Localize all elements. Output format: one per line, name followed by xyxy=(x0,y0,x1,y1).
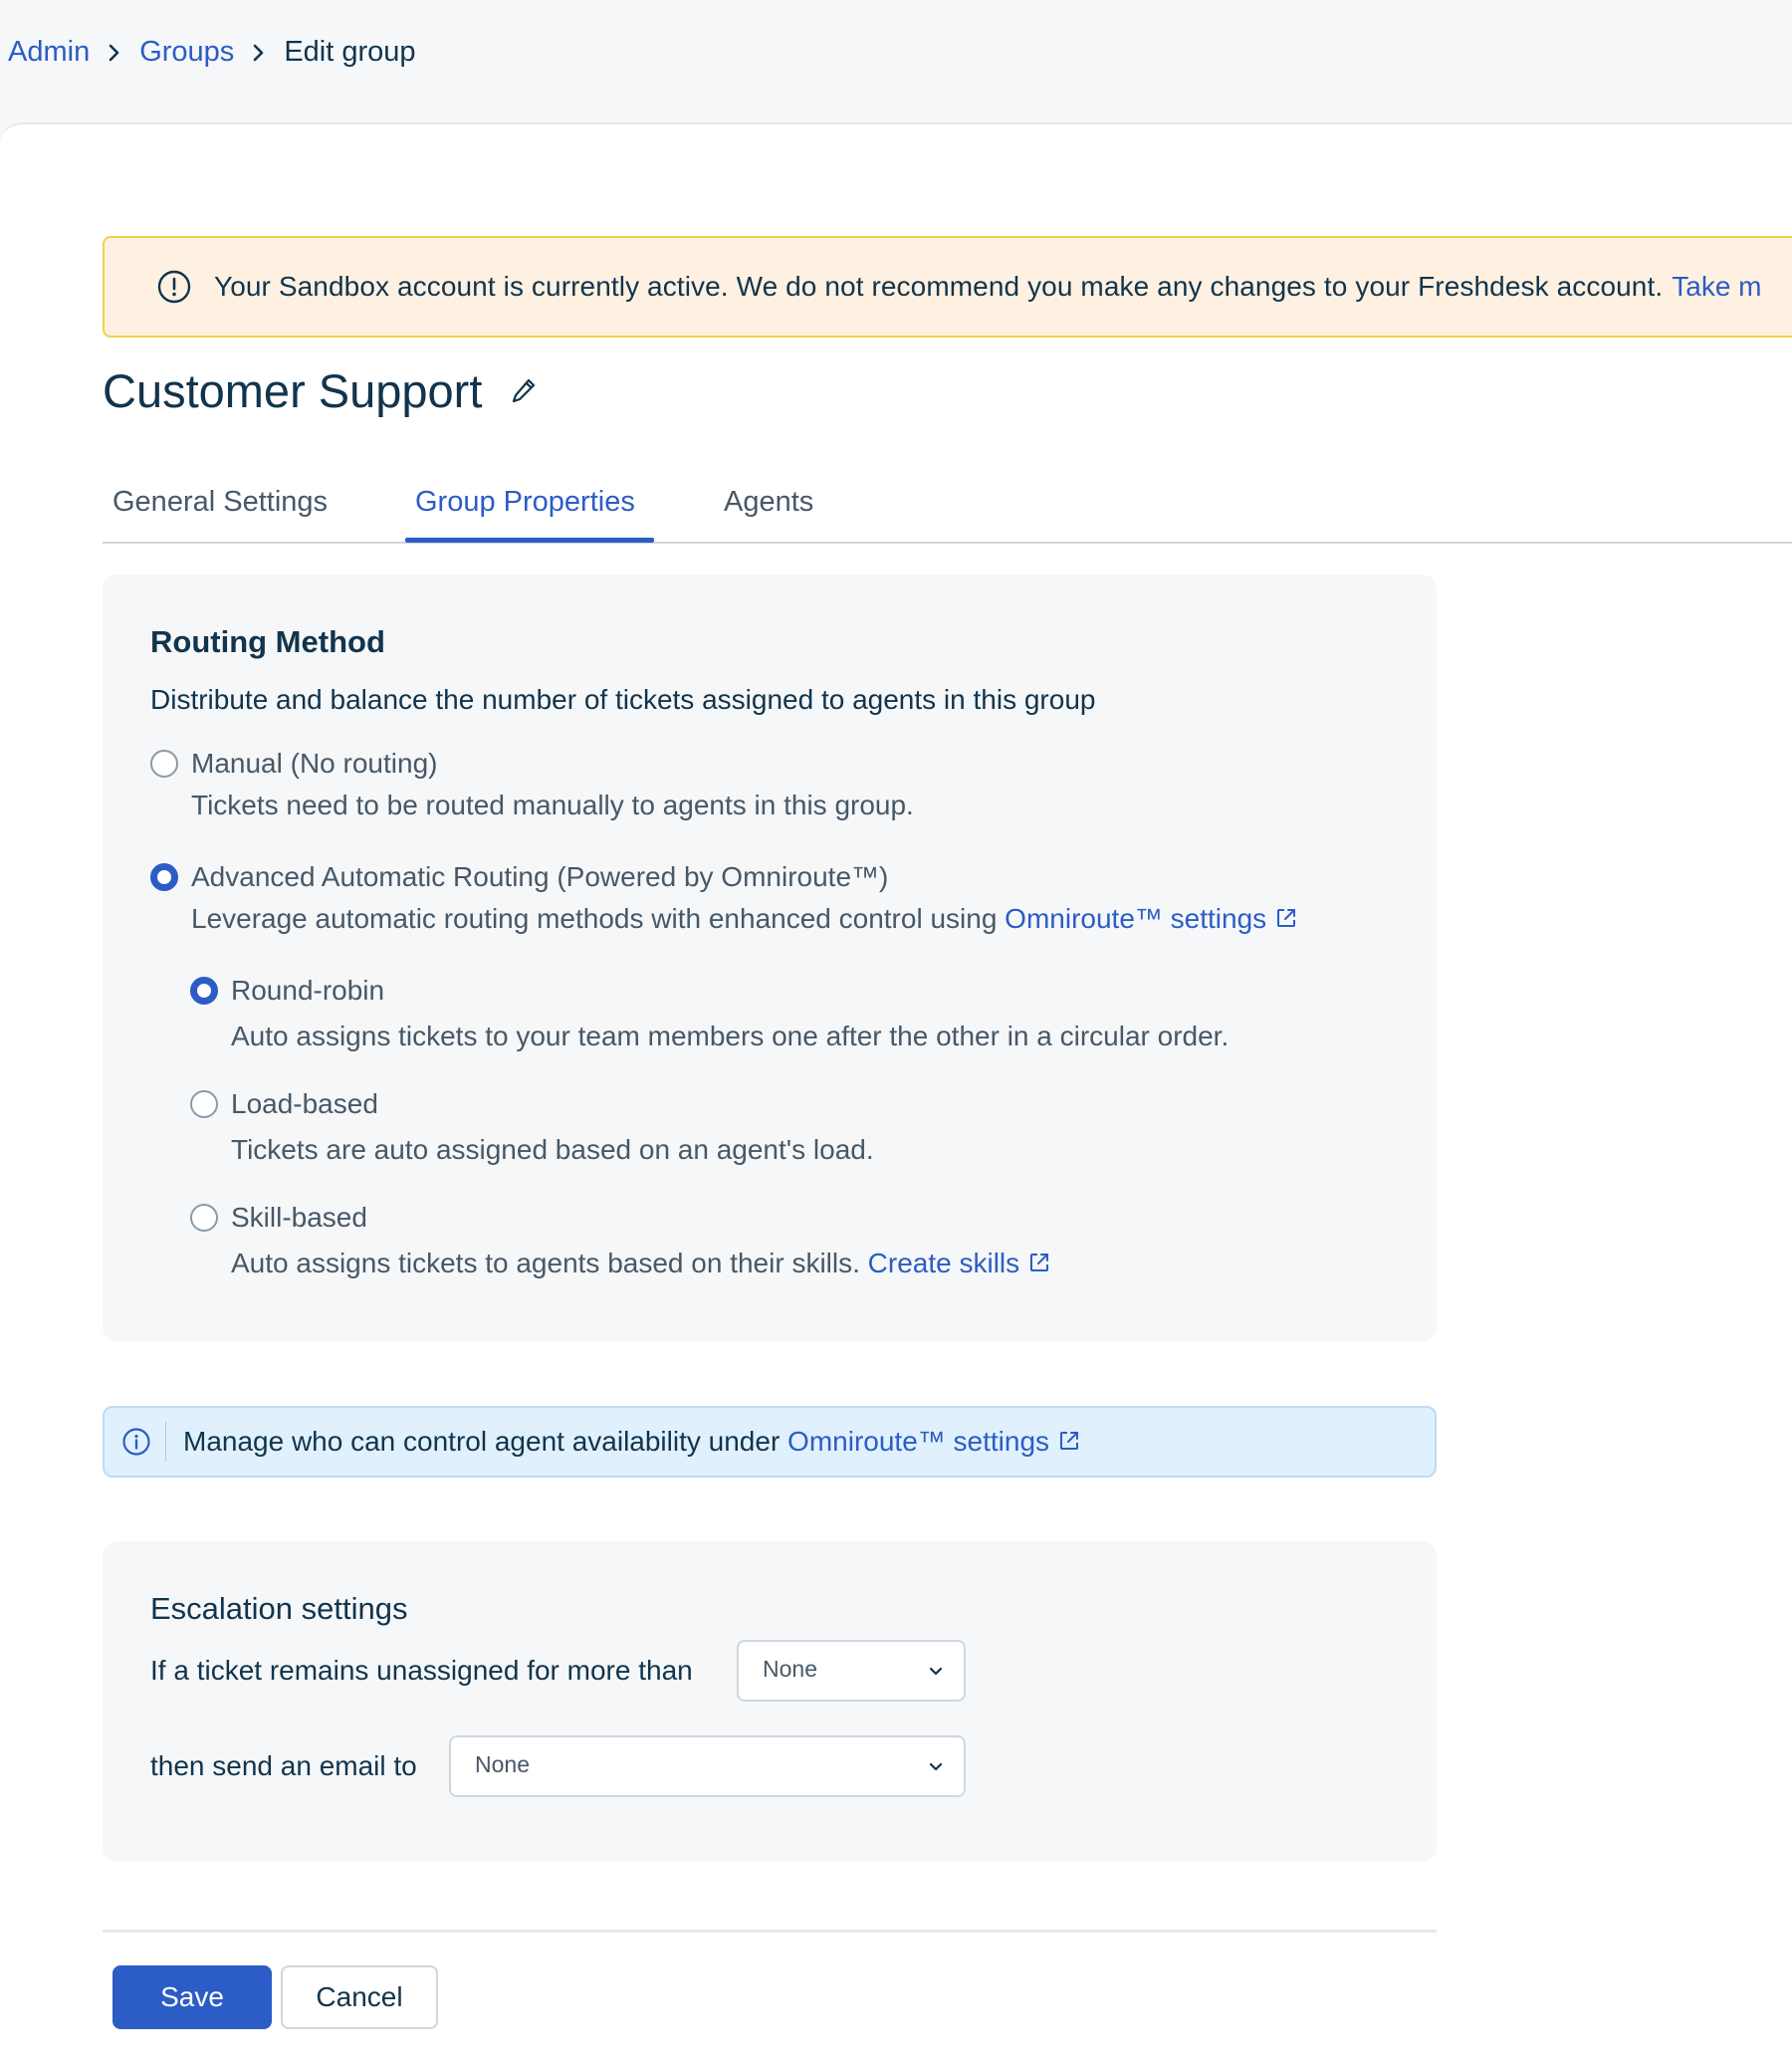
pencil-edit-icon[interactable] xyxy=(510,376,538,406)
escalation-email-select[interactable]: None xyxy=(449,1735,966,1797)
tab-agents[interactable]: Agents xyxy=(724,486,813,544)
option-round-robin-help: Auto assigns tickets to your team member… xyxy=(231,1021,1230,1051)
sandbox-take-me-link[interactable]: Take m xyxy=(1672,271,1761,303)
omniroute-settings-link-label: Omniroute™ settings xyxy=(1005,903,1267,934)
chevron-down-icon xyxy=(929,1762,943,1771)
breadcrumb-admin-link[interactable]: Admin xyxy=(8,36,90,69)
info-banner-text: Manage who can control agent availabilit… xyxy=(183,1426,781,1457)
option-manual-help: Tickets need to be routed manually to ag… xyxy=(191,790,914,820)
omniroute-settings-info-link-label: Omniroute™ settings xyxy=(787,1426,1050,1457)
external-link-icon xyxy=(1060,1432,1079,1450)
radio-load-based[interactable] xyxy=(190,1090,218,1118)
option-load-based-label: Load-based xyxy=(231,1088,378,1119)
unassigned-duration-label: If a ticket remains unassigned for more … xyxy=(150,1655,693,1686)
escalation-email-label: then send an email to xyxy=(150,1750,417,1781)
escalation-settings-card: Escalation settings If a ticket remains … xyxy=(103,1541,1437,1862)
routing-method-description: Distribute and balance the number of tic… xyxy=(150,684,1096,715)
active-tab-indicator xyxy=(405,538,654,543)
chevron-right-icon xyxy=(234,43,284,63)
escalation-settings-title: Escalation settings xyxy=(150,1591,408,1626)
page-title: Customer Support xyxy=(103,364,483,417)
chevron-down-icon xyxy=(929,1667,943,1676)
option-advanced-help-text: Leverage automatic routing methods with … xyxy=(191,903,998,934)
option-skill-based-help-text: Auto assigns tickets to agents based on … xyxy=(231,1248,860,1278)
escalation-email-value: None xyxy=(475,1751,530,1777)
option-manual-suffix: (No routing) xyxy=(290,748,438,779)
option-round-robin-label: Round-robin xyxy=(231,975,385,1006)
tab-group-properties[interactable]: Group Properties xyxy=(415,486,635,544)
radio-round-robin[interactable] xyxy=(190,977,218,1005)
external-link-icon xyxy=(1030,1254,1049,1271)
info-circle-icon xyxy=(122,1428,150,1456)
option-advanced-suffix: (Powered by Omniroute™) xyxy=(557,861,889,892)
unassigned-duration-select[interactable]: None xyxy=(737,1640,966,1702)
alert-circle-icon xyxy=(157,270,191,304)
sandbox-warning-text: Your Sandbox account is currently active… xyxy=(214,271,1664,302)
tab-general-settings[interactable]: General Settings xyxy=(112,486,328,544)
external-link-icon xyxy=(1277,909,1296,927)
radio-skill-based[interactable] xyxy=(190,1204,218,1232)
breadcrumb-current: Edit group xyxy=(284,36,416,68)
create-skills-link-label: Create skills xyxy=(867,1248,1020,1278)
option-advanced-label: Advanced Automatic Routing (Powered by O… xyxy=(191,861,888,893)
breadcrumb-groups-link[interactable]: Groups xyxy=(139,36,234,69)
save-button[interactable]: Save xyxy=(112,1965,272,2029)
info-banner-text-row: Manage who can control agent availabilit… xyxy=(183,1426,1081,1458)
breadcrumb: Admin Groups Edit group xyxy=(8,36,416,69)
routing-method-title: Routing Method xyxy=(150,624,385,659)
footer-divider xyxy=(103,1930,1437,1933)
omniroute-settings-info-link[interactable]: Omniroute™ settings xyxy=(787,1426,1081,1457)
cancel-button[interactable]: Cancel xyxy=(281,1965,438,2029)
option-load-based-help: Tickets are auto assigned based on an ag… xyxy=(231,1134,874,1165)
sandbox-warning-banner: Your Sandbox account is currently active… xyxy=(103,236,1792,338)
agent-availability-info-banner: Manage who can control agent availabilit… xyxy=(103,1406,1437,1478)
page-title-row: Customer Support xyxy=(103,363,538,418)
option-advanced-name: Advanced Automatic Routing xyxy=(191,861,550,892)
radio-manual[interactable] xyxy=(150,750,178,778)
routing-method-card: Routing Method Distribute and balance th… xyxy=(103,574,1437,1341)
option-advanced-help: Leverage automatic routing methods with … xyxy=(191,903,1298,935)
tab-bar: General Settings Group Properties Agents xyxy=(103,468,1792,544)
option-manual-name: Manual xyxy=(191,748,283,779)
option-skill-based-label: Skill-based xyxy=(231,1202,367,1233)
create-skills-link[interactable]: Create skills xyxy=(868,1248,1051,1278)
top-bar: Admin Groups Edit group xyxy=(0,0,1792,123)
info-divider xyxy=(165,1422,166,1462)
option-skill-based-help: Auto assigns tickets to agents based on … xyxy=(231,1248,1051,1279)
chevron-right-icon xyxy=(90,43,139,63)
omniroute-settings-link[interactable]: Omniroute™ settings xyxy=(1005,903,1298,934)
unassigned-duration-value: None xyxy=(763,1656,817,1682)
option-manual-label: Manual (No routing) xyxy=(191,748,437,780)
radio-advanced-automatic-routing[interactable] xyxy=(150,863,178,891)
